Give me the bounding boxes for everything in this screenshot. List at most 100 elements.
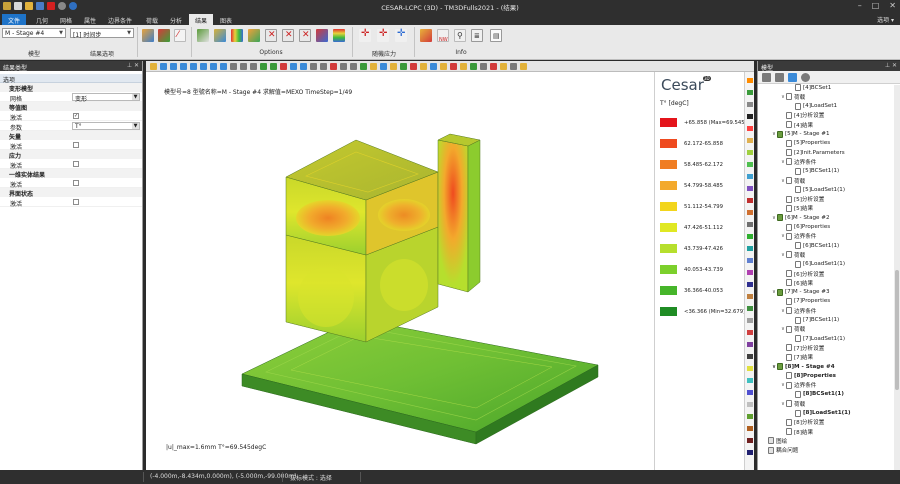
tree-node[interactable]: [6]分析设置 [780,269,824,278]
tree-node[interactable]: [4]分析设置 [780,111,824,120]
expand-all-icon[interactable] [762,73,771,82]
palette-color-swatch[interactable] [747,390,753,395]
palette-color-swatch[interactable] [747,294,753,299]
isovalue-button[interactable]: ⁄ [173,28,187,44]
view-left-icon[interactable] [180,63,187,70]
axes-icon[interactable] [430,63,437,70]
palette-color-swatch[interactable] [747,426,753,431]
rotate-icon[interactable] [230,63,237,70]
delete-icon[interactable] [490,63,497,70]
info-nw-button[interactable]: NW [436,28,450,44]
solid-icon[interactable] [300,63,307,70]
section-button[interactable] [315,28,329,44]
result-step-select[interactable]: [1] 时间步 ▼ [70,28,134,39]
contour-active-checkbox[interactable]: ✓ [73,113,79,119]
tree-node[interactable]: [7]Properties [780,297,830,306]
palette-color-swatch[interactable] [747,366,753,371]
tree-node[interactable]: [5]分析设置 [780,195,824,204]
tab-boundary-conditions[interactable]: 边界条件 [102,14,138,25]
palette-color-swatch[interactable] [747,78,753,83]
tree-node[interactable]: [4]BCSet1 [789,83,831,92]
label-icon[interactable] [470,63,477,70]
tree-node[interactable]: [6]结果 [780,278,813,287]
deformed-mesh-button[interactable] [141,28,155,44]
tree-node[interactable]: [8]Properties [780,371,836,380]
palette-color-swatch[interactable] [747,126,753,131]
tree-node[interactable]: ∨ 边界条件 [780,157,816,166]
camera-icon[interactable] [310,63,317,70]
clear-icon[interactable] [330,63,337,70]
tree-node[interactable]: [5]LoadSet1(1) [789,185,845,194]
warning-icon[interactable] [410,63,417,70]
tree-node[interactable]: ∨ 荷载 [780,92,805,101]
tab-geometry[interactable]: 几何 [30,14,54,25]
tree-node[interactable]: ∨ 边界条件 [780,232,816,241]
tree-node[interactable]: ∨ [8]M - Stage #4 [771,362,835,371]
tree-node[interactable]: [7]结果 [780,353,813,362]
palette-color-swatch[interactable] [747,234,753,239]
tab-charts[interactable]: 图表 [214,14,238,25]
tree-node[interactable]: [7]BCSet1(1) [789,316,839,325]
tree-node[interactable]: [5]BCSet1(1) [789,167,839,176]
palette-color-swatch[interactable] [747,306,753,311]
refresh-icon[interactable] [801,73,810,82]
model-select[interactable]: M - Stage #4 ▼ [2,28,66,38]
tree-scrollbar[interactable] [894,85,900,470]
palette-color-swatch[interactable] [747,102,753,107]
contour-button[interactable] [213,28,227,44]
tree-node[interactable]: ∨ 荷载 [780,325,805,334]
tree-node[interactable]: ∨ [5]M - Stage #1 [771,130,830,139]
palette-color-swatch[interactable] [747,222,753,227]
info-document-button[interactable]: ▤ [489,28,503,44]
group-icon[interactable] [400,63,407,70]
view-front-icon[interactable] [160,63,167,70]
tree-node[interactable]: ∨ 荷载 [780,250,805,259]
legend-button[interactable] [332,28,346,44]
close-icon[interactable]: ✕ [889,1,896,10]
grid-icon[interactable] [480,63,487,70]
shading-icon[interactable] [280,63,287,70]
palette-color-swatch[interactable] [747,198,753,203]
palette-color-swatch[interactable] [747,258,753,263]
options-menu[interactable]: 选项 ▾ [877,15,894,24]
3d-model-render[interactable]: z x y [146,72,654,470]
palette-color-swatch[interactable] [747,330,753,335]
palette-color-swatch[interactable] [747,270,753,275]
pin-icon[interactable]: ⊥ ✕ [127,62,139,69]
view-iso-icon[interactable] [220,63,227,70]
properties-icon[interactable] [788,73,797,82]
tab-analysis[interactable]: 分析 [164,14,188,25]
palette-color-swatch[interactable] [747,90,753,95]
palette-color-swatch[interactable] [747,402,753,407]
wireframe-icon[interactable] [290,63,297,70]
tree-node[interactable]: [7]LoadSet1(1) [789,334,845,343]
tree-node[interactable]: [8]LoadSet1(1) [789,409,851,418]
interface-active-checkbox[interactable] [73,199,79,205]
tree-node[interactable]: [5]Properties [780,139,830,148]
view-back-icon[interactable] [170,63,177,70]
palette-color-swatch[interactable] [747,450,753,455]
palette-button[interactable] [157,28,171,44]
tree-node[interactable]: [6]Properties [780,223,830,232]
tree-node[interactable]: ∨ [6]M - Stage #2 [771,213,830,222]
mesh-toggle-icon[interactable] [260,63,267,70]
palette-color-swatch[interactable] [747,354,753,359]
palette-color-swatch[interactable] [747,150,753,155]
tab-loads[interactable]: 荷载 [140,14,164,25]
info-report-button[interactable]: ≣ [470,28,484,44]
palette-color-swatch[interactable] [747,342,753,347]
mesh-view-button[interactable] [196,28,210,44]
stress-principal-button[interactable]: ✛ [376,28,390,44]
mesh-mode-select[interactable]: 变形 ▼ [72,93,140,103]
1d-results-active-checkbox[interactable] [73,180,79,186]
tab-results[interactable]: 结果 [189,14,214,25]
pan-icon[interactable] [240,63,247,70]
view-top-icon[interactable] [200,63,207,70]
tree-node[interactable]: 耦合问题 [762,446,798,455]
export-icon[interactable] [500,63,507,70]
tree-node[interactable]: ∨ 边界条件 [780,306,816,315]
tree-node[interactable]: [2]Init.Parameters [780,148,845,157]
color-icon[interactable] [420,63,427,70]
clip-button[interactable]: ✕ [281,28,295,44]
tree-node[interactable]: [6]BCSet1(1) [789,241,839,250]
